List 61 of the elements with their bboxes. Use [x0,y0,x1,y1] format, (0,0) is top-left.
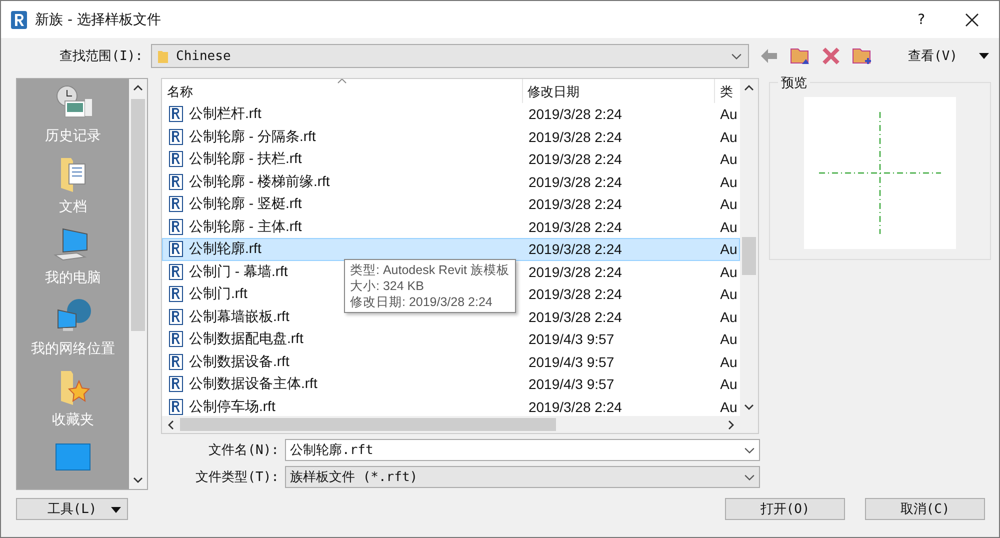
file-date: 2019/3/28 2:24 [528,286,622,302]
file-name[interactable]: 公制轮廓 - 竖梃.rft [189,195,302,214]
file-type: Au [720,354,738,370]
file-type: Au [720,308,738,325]
file-name-field[interactable]: 公制轮廓.rft [285,439,760,461]
help-button[interactable]: ? [918,12,925,28]
file-name[interactable]: 公制数据配电盘.rft [189,330,304,348]
tooltip-line: 修改日期: 2019/3/28 2:24 [350,294,494,310]
file-type: Au [720,196,738,212]
view-menu-button[interactable]: 查看(V) [908,47,958,65]
window-title: 新族 - 选择样板文件 [35,10,162,28]
dialog-button[interactable]: 取消(C) [865,498,985,520]
file-name[interactable]: 公制停车场.rft [189,398,276,416]
file-date: 2019/3/28 2:24 [528,264,622,280]
file-type: Au [720,151,738,168]
file-name[interactable]: 公制轮廓.rft [189,240,262,258]
file-type-dropdown[interactable]: 族样板文件 (*.rft) [285,466,760,488]
column-header[interactable]: 名称 [162,79,523,103]
file-name[interactable]: 公制门 - 幕墙.rft [189,262,288,281]
file-name[interactable]: 公制栏杆.rft [189,105,262,124]
tooltip-line: 大小: 324 KB [350,278,425,294]
file-date: 2019/4/3 9:57 [528,331,614,348]
file-date: 2019/3/28 2:24 [528,128,622,145]
file-name[interactable]: 公制门.rft [189,285,248,304]
file-date: 2019/3/28 2:24 [528,151,622,168]
tooltip-line: 类型: Autodesk Revit 族模板 [350,262,510,278]
file-date: 2019/3/28 2:24 [528,106,622,122]
file-name-label: 文件名(N): [208,442,280,459]
look-in-label: 查找范围(I): [58,48,144,65]
file-name[interactable]: 公制数据设备.rft [189,352,290,371]
file-date: 2019/3/28 2:24 [528,218,622,235]
file-type: Au [720,331,738,348]
file-name[interactable]: 公制轮廓 - 楼梯前缘.rft [189,172,330,191]
file-name[interactable]: 公制幕墙嵌板.rft [189,308,290,326]
file-date: 2019/3/28 2:24 [528,241,622,258]
file-type: Au [720,218,738,235]
column-header[interactable]: 类 [715,79,740,103]
file-date: 2019/3/28 2:24 [528,398,622,415]
file-type: Au [720,376,738,392]
file-type-label: 文件类型(T): [194,469,280,486]
file-type: Au [720,106,738,122]
file-name[interactable]: 公制轮廓 - 主体.rft [189,218,302,236]
file-date: 2019/3/28 2:24 [528,308,622,325]
file-date: 2019/4/3 9:57 [528,376,614,392]
look-in-dropdown[interactable]: Chinese [151,44,749,68]
file-type: Au [720,398,738,415]
file-type: Au [720,174,738,190]
file-type: Au [720,241,738,258]
preview-title: 预览 [778,74,810,92]
file-date: 2019/3/28 2:24 [528,174,622,190]
file-name[interactable]: 公制轮廓 - 分隔条.rft [189,128,316,146]
file-name[interactable]: 公制轮廓 - 扶栏.rft [189,150,302,168]
file-date: 2019/3/28 2:24 [528,196,622,212]
file-date: 2019/4/3 9:57 [528,354,614,370]
file-type: Au [720,286,738,302]
tools-button[interactable]: 工具(L) [16,498,128,520]
file-type: Au [720,264,738,280]
file-name[interactable]: 公制数据设备主体.rft [189,375,318,394]
file-type: Au [720,128,738,145]
column-header[interactable]: 修改日期 [522,79,716,103]
dialog-button[interactable]: 打开(O) [725,498,845,520]
